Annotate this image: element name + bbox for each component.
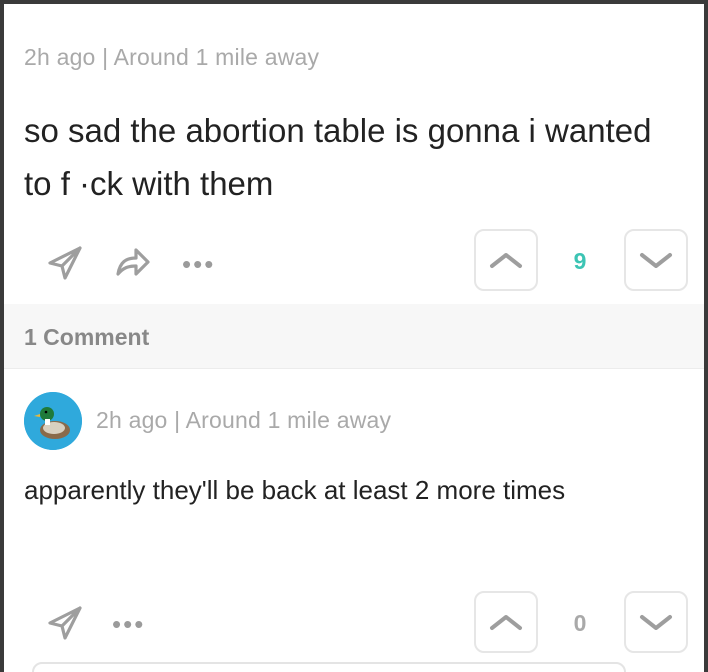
send-icon[interactable] — [46, 244, 84, 282]
comment-body: apparently they'll be back at least 2 mo… — [24, 475, 566, 505]
downvote-button[interactable] — [624, 591, 688, 653]
post-meta: 2h ago | Around 1 mile away — [24, 44, 320, 70]
post-body: so sad the abortion table is gonna i wan… — [24, 112, 652, 202]
comment-card: 2h ago | Around 1 mile away apparently t… — [4, 369, 704, 672]
chevron-down-icon — [640, 253, 672, 268]
duck-avatar-icon — [24, 392, 82, 450]
comments-count-label: 1 Comment — [24, 324, 150, 350]
comments-header: 1 Comment — [4, 304, 704, 369]
post-vote-count: 9 — [573, 248, 587, 274]
chevron-up-icon — [490, 615, 522, 630]
comment-vote-count: 0 — [573, 610, 587, 636]
post-card: 2h ago | Around 1 mile away so sad the a… — [4, 4, 704, 304]
more-dots-icon[interactable]: ••• — [112, 611, 145, 637]
chevron-up-icon — [490, 253, 522, 268]
more-dots-icon[interactable]: ••• — [182, 251, 215, 277]
send-icon[interactable] — [46, 604, 84, 642]
upvote-button[interactable] — [474, 591, 538, 653]
reply-composer[interactable] — [32, 662, 626, 672]
comment-meta: 2h ago | Around 1 mile away — [96, 407, 392, 433]
downvote-button[interactable] — [624, 229, 688, 291]
upvote-button[interactable] — [474, 229, 538, 291]
reply-arrow-icon[interactable] — [112, 244, 152, 282]
app-frame: 2h ago | Around 1 mile away so sad the a… — [4, 4, 704, 672]
chevron-down-icon — [640, 615, 672, 630]
